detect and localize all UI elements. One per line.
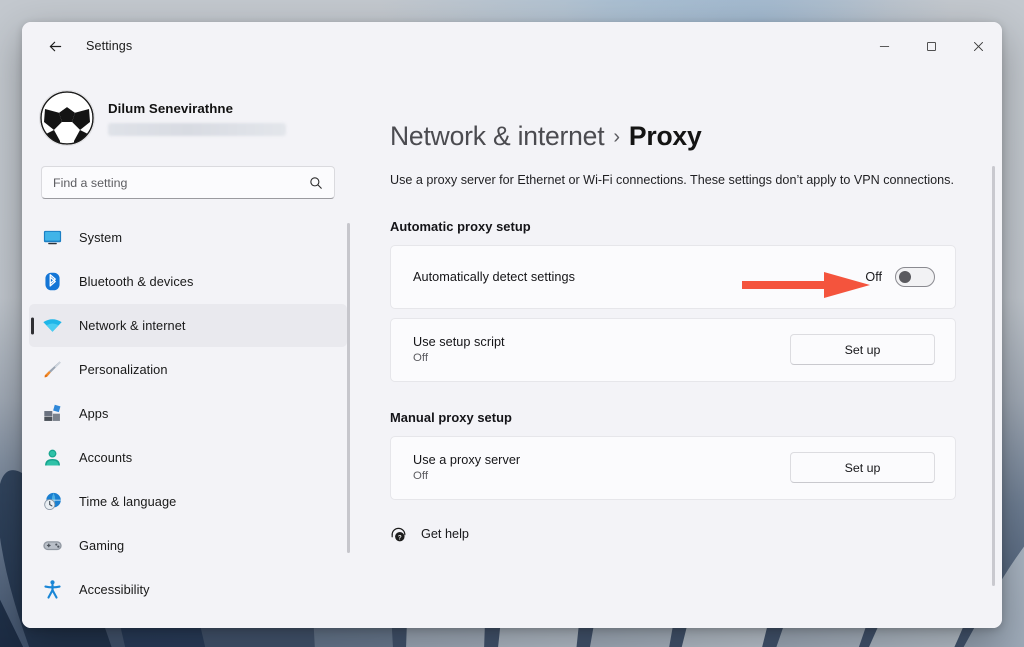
gamepad-icon xyxy=(41,535,63,557)
wifi-icon xyxy=(41,315,63,337)
card-automatically-detect-settings[interactable]: Automatically detect settings Off xyxy=(390,244,956,309)
paintbrush-icon xyxy=(41,359,63,381)
sidebar-item-system[interactable]: System xyxy=(29,216,347,259)
sidebar-item-label: Time & language xyxy=(79,494,177,509)
account-section[interactable]: Dilum Senevirathne xyxy=(22,70,354,152)
card-title: Use setup script xyxy=(413,335,505,350)
sidebar-item-accounts[interactable]: Accounts xyxy=(29,436,347,479)
avatar xyxy=(40,91,94,145)
soccer-ball-avatar-icon xyxy=(40,91,94,145)
card-title: Automatically detect settings xyxy=(413,269,575,284)
settings-window: Settings Dilum Senevirathne Find a setti… xyxy=(22,22,1002,628)
accessibility-icon xyxy=(41,579,63,601)
maximize-button[interactable] xyxy=(908,22,955,70)
sidebar-item-label: Gaming xyxy=(79,538,125,553)
window-controls xyxy=(861,22,1002,70)
sidebar-item-apps[interactable]: Apps xyxy=(29,392,347,435)
globe-clock-icon xyxy=(41,491,63,513)
get-help-link[interactable]: ? Get help xyxy=(390,526,956,543)
sidebar-item-time-language[interactable]: Time & language xyxy=(29,480,347,523)
back-button[interactable] xyxy=(38,31,72,61)
search-icon[interactable] xyxy=(309,176,323,190)
sidebar-item-label: System xyxy=(79,230,123,245)
sidebar-nav: System Bluetooth & devices Network & int… xyxy=(22,205,354,628)
account-email-redacted xyxy=(108,122,286,136)
sidebar-item-label: Accounts xyxy=(79,450,133,465)
monitor-icon xyxy=(41,227,63,249)
apps-grid-icon xyxy=(41,403,63,425)
sidebar-item-accessibility[interactable]: Accessibility xyxy=(29,568,347,611)
auto-detect-toggle[interactable] xyxy=(895,266,935,287)
setup-script-button[interactable]: Set up xyxy=(790,334,935,366)
maximize-icon xyxy=(927,41,936,51)
back-arrow-icon xyxy=(49,41,61,51)
section-heading-manual: Manual proxy setup xyxy=(390,409,512,425)
help-headset-icon: ? xyxy=(390,526,407,543)
sidebar-item-personalization[interactable]: Personalization xyxy=(29,348,347,391)
person-icon xyxy=(41,447,63,469)
card-use-setup-script[interactable]: Use setup script Off Set up xyxy=(390,317,956,382)
card-subtitle: Off xyxy=(413,470,428,483)
sidebar-item-label: Network & internet xyxy=(79,318,186,333)
main-scrollbar[interactable] xyxy=(992,166,995,586)
bluetooth-icon xyxy=(41,271,63,293)
close-icon xyxy=(973,41,984,51)
sidebar-item-bluetooth-devices[interactable]: Bluetooth & devices xyxy=(29,260,347,303)
search-input[interactable] xyxy=(53,175,309,190)
breadcrumb-separator: › xyxy=(613,126,620,148)
card-title: Use a proxy server xyxy=(413,453,521,468)
sidebar-scrollbar[interactable] xyxy=(347,223,350,553)
page-title: Proxy xyxy=(628,121,702,151)
svg-text:?: ? xyxy=(398,534,402,541)
sidebar-item-label: Accessibility xyxy=(79,582,150,597)
sidebar-item-network-internet[interactable]: Network & internet xyxy=(29,304,347,347)
card-subtitle: Off xyxy=(413,352,428,365)
sidebar-item-label: Personalization xyxy=(79,362,168,377)
proxy-server-setup-button[interactable]: Set up xyxy=(790,452,935,484)
app-title: Settings xyxy=(86,39,133,53)
window-titlebar: Settings xyxy=(22,22,1002,70)
get-help-label: Get help xyxy=(421,527,469,542)
sidebar-item-label: Bluetooth & devices xyxy=(79,274,194,289)
toggle-group: Off xyxy=(865,266,935,287)
minimize-icon xyxy=(879,45,890,47)
breadcrumb: Network & internet › Proxy xyxy=(390,121,956,151)
close-button[interactable] xyxy=(955,22,1002,70)
card-use-proxy-server[interactable]: Use a proxy server Off Set up xyxy=(390,435,956,500)
account-name: Dilum Senevirathne xyxy=(108,100,234,116)
main-content: Network & internet › Proxy Use a proxy ser… xyxy=(354,70,1002,628)
sidebar-item-label: Apps xyxy=(79,406,109,421)
breadcrumb-parent[interactable]: Network & internet xyxy=(390,121,605,151)
search-container xyxy=(22,152,354,205)
section-heading-automatic: Automatic proxy setup xyxy=(390,218,531,234)
page-description: Use a proxy server for Ethernet or Wi-Fi… xyxy=(390,173,954,188)
toggle-knob xyxy=(899,270,911,283)
search-box[interactable] xyxy=(41,166,335,199)
toggle-state-label: Off xyxy=(865,269,882,284)
sidebar: Dilum Senevirathne Find a setting System… xyxy=(22,70,354,628)
minimize-button[interactable] xyxy=(861,22,908,70)
sidebar-item-gaming[interactable]: Gaming xyxy=(29,524,347,567)
